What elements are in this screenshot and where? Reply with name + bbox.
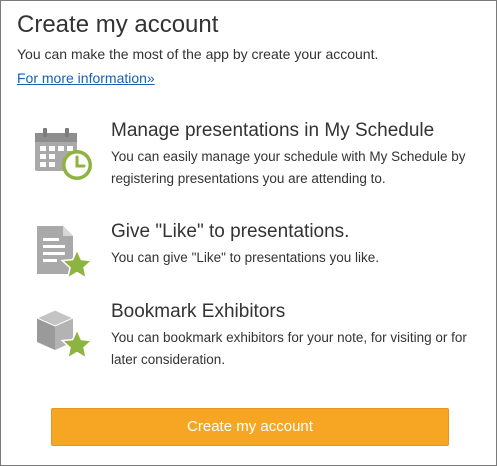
box-star-icon [33, 304, 95, 364]
feature-description: You can give "Like" to presentations you… [111, 250, 380, 265]
feature-title: Give "Like" to presentations. [111, 221, 350, 242]
feature-title: Manage presentations in My Schedule [111, 120, 435, 141]
page-title: Create my account [17, 11, 219, 38]
feature-description: You can easily manage your schedule with… [111, 149, 466, 186]
feature-title: Bookmark Exhibitors [111, 301, 286, 322]
page-subtitle: You can make the most of the app by crea… [17, 46, 379, 62]
feature-description: You can bookmark exhibitors for your not… [111, 330, 467, 367]
more-information-link[interactable]: For more information» [17, 69, 155, 87]
calendar-clock-icon [33, 123, 95, 183]
create-account-button[interactable]: Create my account [51, 408, 449, 446]
create-account-panel: Create my account You can make the most … [0, 0, 497, 466]
document-star-icon [33, 224, 95, 284]
